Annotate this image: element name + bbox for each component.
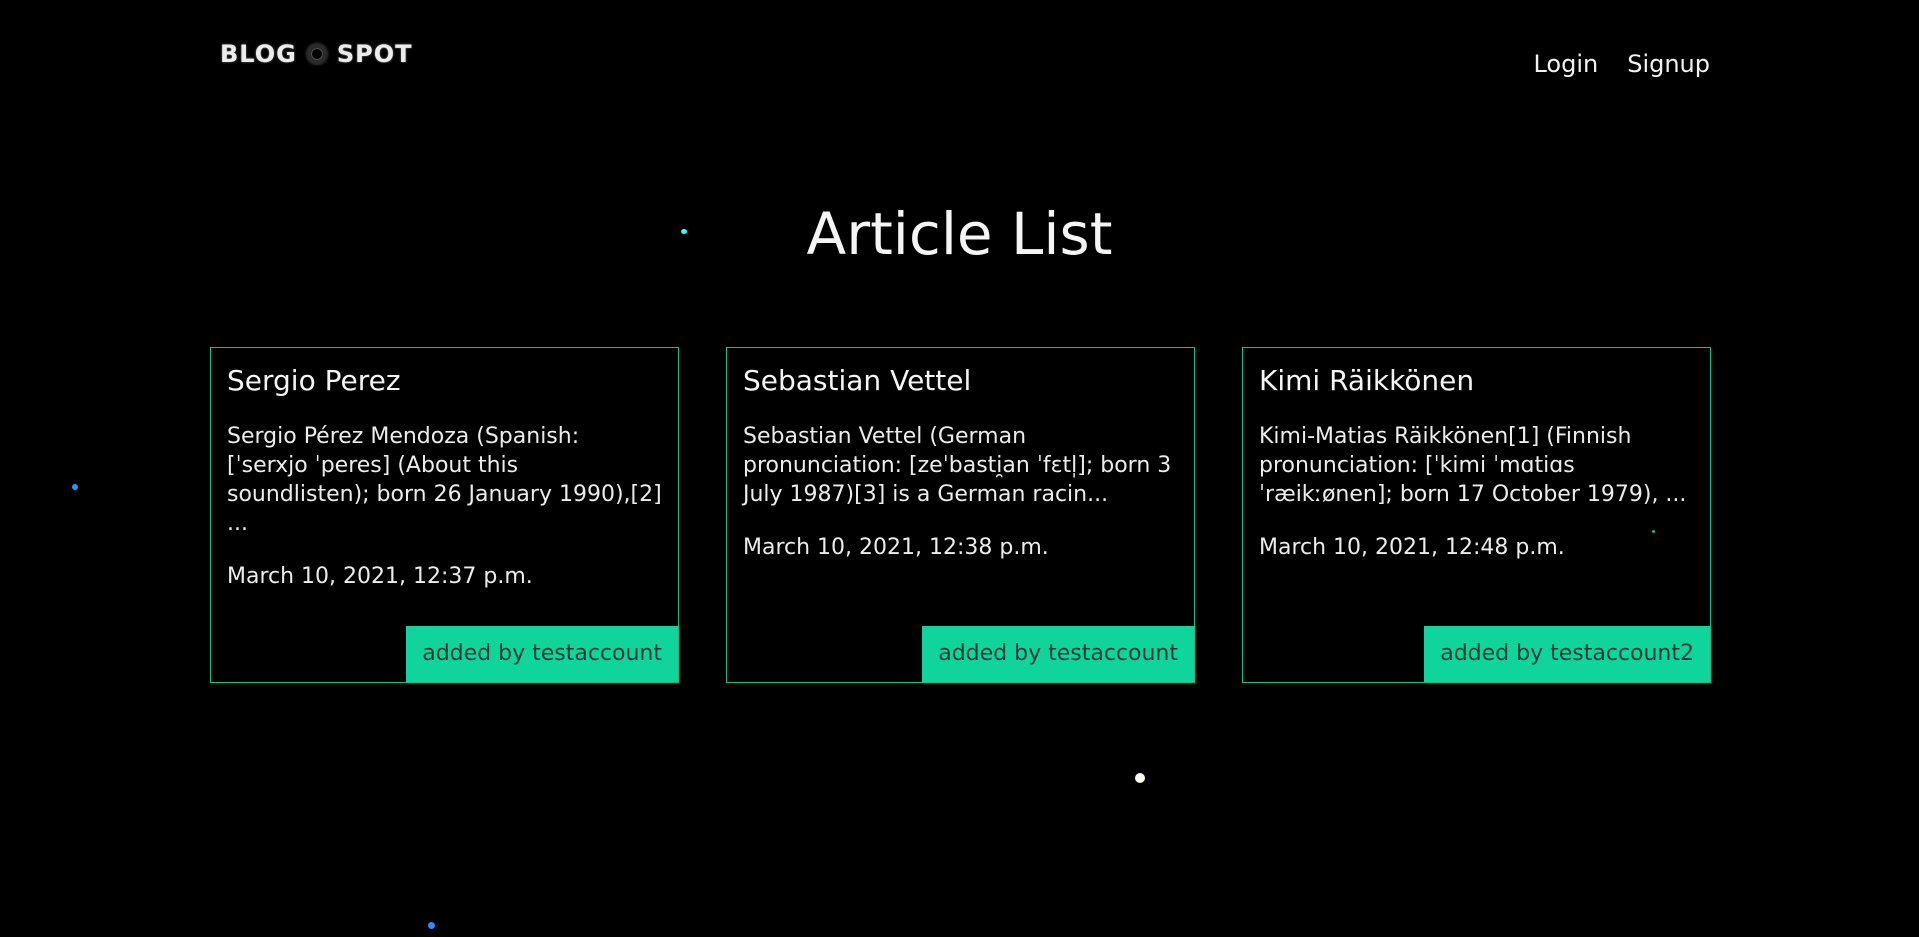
article-excerpt: Sebastian Vettel (German pronunciation: … [743, 424, 1172, 507]
author-badge: added by testaccount2 [1424, 626, 1710, 682]
article-title[interactable]: Sebastian Vettel [743, 364, 1178, 398]
author-badge: added by testaccount [406, 626, 678, 682]
author-badge: added by testaccount [922, 626, 1194, 682]
top-nav: Login Signup [1533, 50, 1710, 78]
background-speck [428, 922, 435, 929]
article-date: March 10, 2021, 12:37 p.m. [227, 564, 533, 589]
article-card[interactable]: Sergio Perez Sergio Pérez Mendoza (Spani… [210, 347, 679, 683]
article-excerpt: Sergio Pérez Mendoza (Spanish: [ˈserxjo … [227, 424, 662, 536]
logo-text-right: SPOT [336, 40, 413, 68]
article-list: Sergio Perez Sergio Pérez Mendoza (Spani… [210, 347, 1711, 683]
logo-ring-icon [306, 44, 327, 64]
article-card[interactable]: Kimi Räikkönen Kimi-Matias Räikkönen[1] … [1242, 347, 1711, 683]
article-title[interactable]: Kimi Räikkönen [1259, 364, 1694, 398]
page: BLOG SPOT Login Signup Article List Serg… [0, 0, 1919, 937]
login-link[interactable]: Login [1533, 50, 1598, 78]
article-date: March 10, 2021, 12:38 p.m. [743, 535, 1049, 560]
page-title: Article List [806, 200, 1113, 268]
background-speck [72, 484, 78, 490]
article-title[interactable]: Sergio Perez [227, 364, 662, 398]
logo-text-left: BLOG [220, 40, 297, 68]
site-logo[interactable]: BLOG SPOT [220, 40, 413, 68]
signup-link[interactable]: Signup [1627, 50, 1710, 78]
article-date: March 10, 2021, 12:48 p.m. [1259, 535, 1565, 560]
article-card[interactable]: Sebastian Vettel Sebastian Vettel (Germa… [726, 347, 1195, 683]
background-speck [1135, 773, 1145, 783]
article-excerpt: Kimi-Matias Räikkönen[1] (Finnish pronun… [1259, 424, 1687, 507]
